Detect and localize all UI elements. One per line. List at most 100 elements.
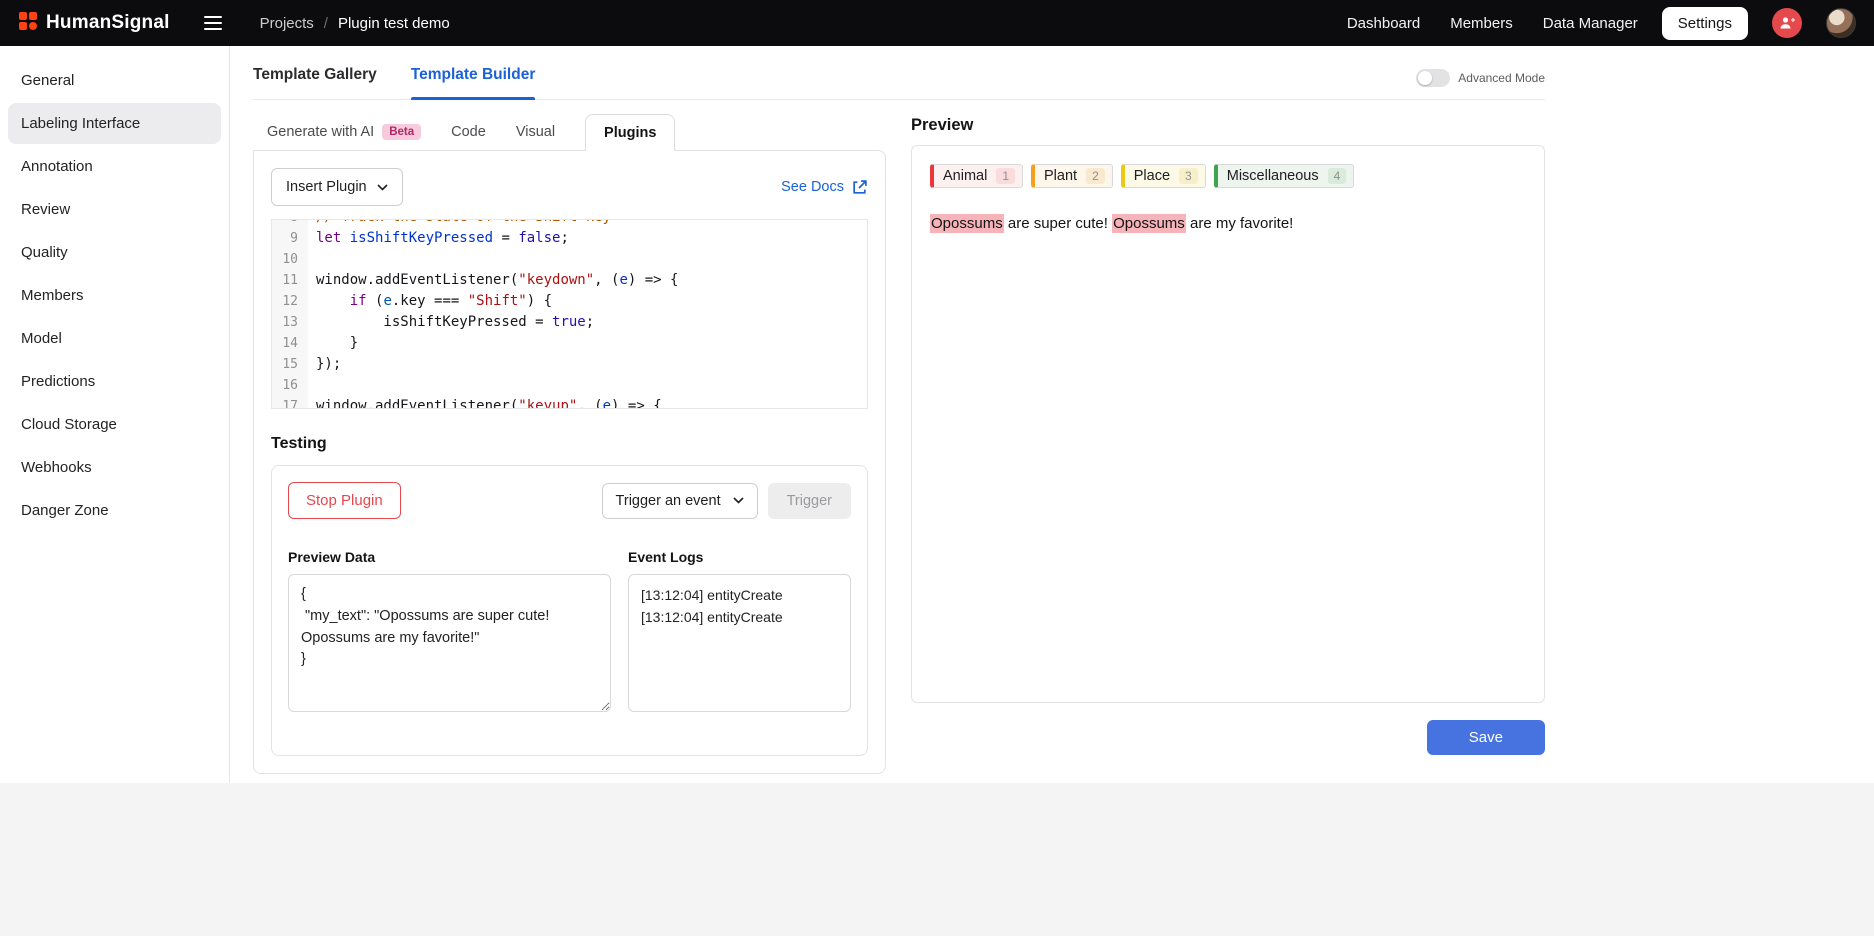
label-name: Animal bbox=[943, 168, 987, 184]
advanced-mode-label: Advanced Mode bbox=[1458, 71, 1545, 85]
toggle-knob-icon bbox=[1418, 71, 1432, 85]
line-number: 9 bbox=[272, 228, 308, 249]
line-number: 10 bbox=[272, 249, 308, 270]
breadcrumb-projects[interactable]: Projects bbox=[260, 15, 314, 32]
text-region-highlighted[interactable]: Opossums bbox=[1112, 214, 1186, 233]
top-nav: Dashboard Members Data Manager bbox=[1347, 15, 1638, 32]
label-name: Plant bbox=[1044, 168, 1077, 184]
line-number: 14 bbox=[272, 333, 308, 354]
sidebar-item-quality[interactable]: Quality bbox=[8, 232, 221, 273]
advanced-mode-toggle[interactable] bbox=[1416, 69, 1450, 87]
code-text: }); bbox=[308, 354, 341, 375]
label-chip-plant[interactable]: Plant 2 bbox=[1031, 164, 1113, 188]
text-segment: are super cute! bbox=[1004, 215, 1112, 232]
label-list: Animal 1 Plant 2 Place3 Miscellaneous 4 bbox=[930, 164, 1526, 188]
breadcrumb-current-page: Plugin test demo bbox=[338, 15, 450, 32]
subtab-label: Code bbox=[451, 124, 486, 140]
code-line: 17window.addEventListener("keyup", (e) =… bbox=[272, 396, 867, 409]
invite-user-button[interactable] bbox=[1772, 8, 1802, 38]
label-hotkey-badge: 2 bbox=[1086, 168, 1105, 184]
external-link-icon bbox=[851, 179, 868, 196]
sidebar-item-model[interactable]: Model bbox=[8, 318, 221, 359]
preview-data-textarea[interactable]: { "my_text": "Opossums are super cute! O… bbox=[288, 574, 611, 712]
sidebar-item-general[interactable]: General bbox=[8, 60, 221, 101]
subtab-plugins[interactable]: Plugins bbox=[585, 114, 675, 151]
user-avatar[interactable] bbox=[1826, 8, 1856, 38]
template-tabs: Template Gallery Template Builder bbox=[253, 66, 535, 99]
stop-plugin-button[interactable]: Stop Plugin bbox=[288, 482, 401, 519]
plugins-panel: Insert Plugin See Docs 8// Track the sta… bbox=[253, 150, 886, 774]
menu-icon[interactable] bbox=[200, 12, 226, 34]
subtab-visual[interactable]: Visual bbox=[516, 114, 555, 150]
sidebar-item-predictions[interactable]: Predictions bbox=[8, 361, 221, 402]
code-text: window.addEventListener("keyup", (e) => … bbox=[308, 396, 662, 409]
tab-template-builder[interactable]: Template Builder bbox=[411, 66, 536, 99]
event-logs-label: Event Logs bbox=[628, 549, 851, 565]
subtab-code[interactable]: Code bbox=[451, 114, 486, 150]
subtab-label: Generate with AI bbox=[267, 124, 374, 140]
preview-text: Opossums are super cute! Opossums are my… bbox=[930, 215, 1526, 232]
code-text: if (e.key === "Shift") { bbox=[308, 291, 552, 312]
code-text: isShiftKeyPressed = true; bbox=[308, 312, 594, 333]
sidebar-item-labeling-interface[interactable]: Labeling Interface bbox=[8, 103, 221, 144]
label-chip-animal[interactable]: Animal 1 bbox=[930, 164, 1023, 188]
subtab-generate-with-ai[interactable]: Generate with AIBeta bbox=[267, 114, 421, 150]
sidebar-item-webhooks[interactable]: Webhooks bbox=[8, 447, 221, 488]
sidebar-item-cloud-storage[interactable]: Cloud Storage bbox=[8, 404, 221, 445]
breadcrumb-separator: / bbox=[324, 15, 328, 32]
code-lines: 8// Track the state of the Shift key9let… bbox=[272, 219, 867, 409]
sidebar-item-review[interactable]: Review bbox=[8, 189, 221, 230]
code-text: // Track the state of the Shift key bbox=[308, 219, 611, 228]
see-docs-label: See Docs bbox=[781, 179, 844, 195]
trigger-event-select[interactable]: Trigger an event bbox=[602, 483, 758, 519]
code-line: 16 bbox=[272, 375, 867, 396]
trigger-button[interactable]: Trigger bbox=[768, 483, 851, 519]
label-chip-miscellaneous[interactable]: Miscellaneous 4 bbox=[1214, 164, 1355, 188]
code-line: 9let isShiftKeyPressed = false; bbox=[272, 228, 867, 249]
preview-panel: Animal 1 Plant 2 Place3 Miscellaneous 4 Opossu… bbox=[911, 145, 1545, 703]
settings-button[interactable]: Settings bbox=[1662, 7, 1748, 40]
topbar: HumanSignal Projects / Plugin test demo … bbox=[0, 0, 1874, 46]
code-line: 10 bbox=[272, 249, 867, 270]
label-hotkey-badge: 4 bbox=[1328, 168, 1347, 184]
testing-title: Testing bbox=[271, 435, 868, 453]
line-number: 16 bbox=[272, 375, 308, 396]
line-number: 11 bbox=[272, 270, 308, 291]
line-number: 17 bbox=[272, 396, 308, 409]
line-number: 8 bbox=[272, 219, 308, 228]
label-name: Place bbox=[1134, 168, 1170, 184]
template-tabs-row: Template Gallery Template Builder Advance… bbox=[253, 46, 1545, 100]
see-docs-link[interactable]: See Docs bbox=[781, 179, 868, 196]
builder-subtabs: Generate with AIBeta Code Visual Plugins bbox=[253, 114, 886, 150]
chevron-down-icon bbox=[733, 497, 744, 504]
code-line: 12 if (e.key === "Shift") { bbox=[272, 291, 867, 312]
subtab-label: Visual bbox=[516, 124, 555, 140]
code-line: 15}); bbox=[272, 354, 867, 375]
topnav-data-manager[interactable]: Data Manager bbox=[1543, 15, 1638, 32]
text-region-highlighted[interactable]: Opossums bbox=[930, 214, 1004, 233]
code-text: } bbox=[308, 333, 358, 354]
event-log-entry: [13:12:04] entityCreate bbox=[641, 606, 838, 628]
code-text bbox=[308, 249, 316, 270]
code-text bbox=[308, 375, 316, 396]
sidebar-item-members[interactable]: Members bbox=[8, 275, 221, 316]
line-number: 15 bbox=[272, 354, 308, 375]
brand-name: HumanSignal bbox=[46, 12, 170, 34]
label-name: Miscellaneous bbox=[1227, 168, 1319, 184]
line-number: 12 bbox=[272, 291, 308, 312]
tab-template-gallery[interactable]: Template Gallery bbox=[253, 66, 377, 99]
topnav-members[interactable]: Members bbox=[1450, 15, 1513, 32]
brand: HumanSignal bbox=[18, 11, 170, 36]
save-button[interactable]: Save bbox=[1427, 720, 1545, 755]
code-editor[interactable]: 8// Track the state of the Shift key9let… bbox=[271, 219, 868, 409]
label-chip-place[interactable]: Place3 bbox=[1121, 164, 1206, 188]
label-hotkey-badge: 1 bbox=[996, 168, 1015, 184]
sidebar-item-danger-zone[interactable]: Danger Zone bbox=[8, 490, 221, 531]
line-number: 13 bbox=[272, 312, 308, 333]
sidebar-item-annotation[interactable]: Annotation bbox=[8, 146, 221, 187]
topnav-dashboard[interactable]: Dashboard bbox=[1347, 15, 1420, 32]
chevron-down-icon bbox=[377, 184, 388, 191]
humansignal-logo-icon bbox=[18, 11, 38, 36]
insert-plugin-button[interactable]: Insert Plugin bbox=[271, 168, 403, 206]
trigger-event-select-value: Trigger an event bbox=[616, 493, 721, 509]
